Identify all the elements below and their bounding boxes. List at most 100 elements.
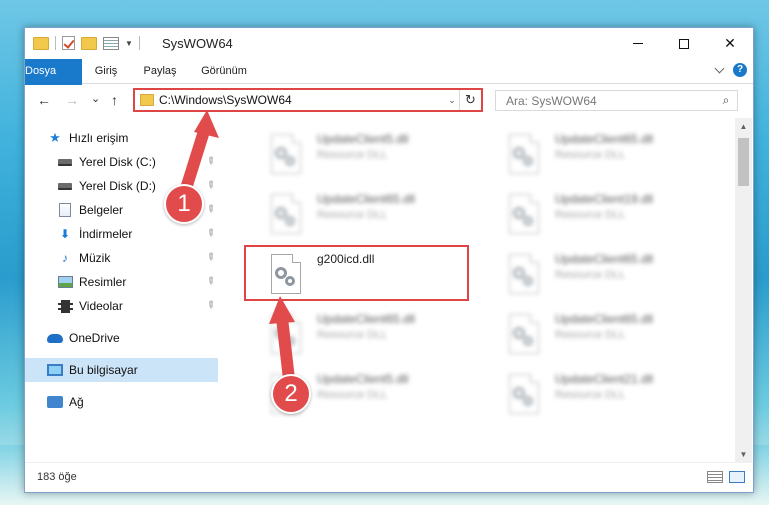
dll-file-icon <box>267 314 303 358</box>
list-item[interactable]: UpdateClient5.dll Resource DLL <box>245 126 471 182</box>
dll-file-icon <box>267 194 303 238</box>
customize-dropdown-icon[interactable]: ▼ <box>125 39 133 48</box>
sidebar-item-label: Ağ <box>69 395 84 409</box>
help-icon[interactable]: ? <box>733 63 747 77</box>
minimize-button[interactable] <box>615 28 661 59</box>
refresh-button[interactable]: ↻ <box>459 90 481 110</box>
toolbar-separator <box>138 36 140 50</box>
computer-icon <box>47 363 63 377</box>
pin-icon[interactable]: ✎ <box>203 275 217 289</box>
list-item[interactable]: UpdateClient65.dll Resource DLL <box>245 306 471 362</box>
callout-badge-2: 2 <box>271 374 311 414</box>
scroll-up-icon[interactable]: ▲ <box>735 118 752 135</box>
pin-icon[interactable]: ✎ <box>203 179 217 193</box>
window-controls: ✕ <box>615 28 753 59</box>
sidebar-item-pictures[interactable]: Resimler ✎ <box>25 270 218 294</box>
customize-icon[interactable] <box>103 36 119 50</box>
dll-file-icon <box>505 194 541 238</box>
pin-icon[interactable]: ✎ <box>203 203 217 217</box>
file-name: UpdateClient65.dll <box>317 192 416 206</box>
file-type: Resource DLL <box>555 149 626 161</box>
new-folder-icon[interactable] <box>81 36 97 50</box>
address-bar[interactable]: C:\Windows\SysWOW64 ⌄ ↻ <box>133 88 483 112</box>
sidebar-item-label: Müzik <box>79 251 111 265</box>
sidebar-item-quick-access[interactable]: ★ Hızlı erişim <box>25 126 218 150</box>
sidebar-item-videos[interactable]: Videolar ✎ <box>25 294 218 318</box>
toolbar-separator <box>55 36 56 50</box>
sidebar-item-network[interactable]: Ağ <box>25 390 218 414</box>
address-path[interactable]: C:\Windows\SysWOW64 <box>159 93 445 107</box>
sidebar-item-label: İndirmeler <box>79 227 133 241</box>
sidebar-item-onedrive[interactable]: OneDrive <box>25 326 218 350</box>
dll-file-icon <box>505 314 541 358</box>
close-button[interactable]: ✕ <box>707 28 753 59</box>
list-item[interactable]: UpdateClient21.dll Resource DLL <box>483 366 709 422</box>
tab-home[interactable]: Giriş <box>87 59 125 84</box>
pin-icon[interactable]: ✎ <box>203 299 217 313</box>
back-button[interactable]: ← <box>37 92 51 108</box>
status-bar: 183 öğe <box>25 462 753 492</box>
folder-icon[interactable] <box>33 36 49 50</box>
sidebar-item-label: Videolar <box>79 299 123 313</box>
music-icon: ♪ <box>62 251 68 265</box>
address-dropdown-icon[interactable]: ⌄ <box>445 95 459 106</box>
sidebar-item-this-pc[interactable]: Bu bilgisayar <box>25 358 218 382</box>
cloud-icon <box>47 331 63 345</box>
recent-locations-button[interactable]: ⌄ <box>91 92 100 105</box>
vertical-scrollbar[interactable]: ▲ ▼ <box>735 118 752 463</box>
document-icon <box>57 203 73 217</box>
star-icon: ★ <box>49 130 61 145</box>
file-name: UpdateClient5.dll <box>317 372 409 386</box>
search-input[interactable]: Ara: SysWOW64 <box>506 94 715 108</box>
list-item[interactable]: UpdateClient65.dll Resource DLL <box>245 186 471 242</box>
scrollbar-thumb[interactable] <box>738 138 749 186</box>
explorer-window: ▼ SysWOW64 ✕ Dosya Giriş Paylaş Görünüm … <box>24 27 754 493</box>
dll-file-icon <box>505 254 541 298</box>
disk-icon <box>57 179 73 193</box>
file-name: UpdateClient65.dll <box>555 132 654 146</box>
expand-ribbon-chevron-icon[interactable] <box>714 63 725 73</box>
forward-button[interactable]: → <box>65 92 79 108</box>
maximize-button[interactable] <box>661 28 707 59</box>
dll-file-icon <box>505 374 541 418</box>
tab-share[interactable]: Paylaş <box>137 59 183 84</box>
navigation-bar: ← → ⌄ ↑ C:\Windows\SysWOW64 ⌄ ↻ Ara: Sys… <box>25 85 753 116</box>
sidebar-item-downloads[interactable]: ⬇ İndirmeler ✎ <box>25 222 218 246</box>
details-view-icon[interactable] <box>707 471 723 483</box>
network-icon <box>47 395 63 409</box>
file-type: Resource DLL <box>317 209 388 221</box>
callout-badge-1: 1 <box>164 184 204 224</box>
file-name: UpdateClient65.dll <box>317 312 416 326</box>
pin-icon[interactable]: ✎ <box>203 251 217 265</box>
search-icon[interactable]: ⌕ <box>715 93 737 108</box>
properties-check-icon[interactable] <box>62 36 75 50</box>
list-item[interactable]: UpdateClient65.dll Resource DLL <box>483 126 709 182</box>
sidebar-item-local-disk-c[interactable]: Yerel Disk (C:) ✎ <box>25 150 218 174</box>
up-button[interactable]: ↑ <box>111 92 118 108</box>
dll-file-icon <box>267 134 303 178</box>
sidebar-item-label: Resimler <box>79 275 127 289</box>
tab-view[interactable]: Görünüm <box>195 59 253 84</box>
scroll-down-icon[interactable]: ▼ <box>735 446 752 463</box>
pin-icon[interactable]: ✎ <box>203 155 217 169</box>
file-type: Resource DLL <box>317 329 388 341</box>
file-name: UpdateClient19.dll <box>555 192 654 206</box>
window-title: SysWOW64 <box>162 36 233 51</box>
download-icon: ⬇ <box>59 227 71 241</box>
file-name: UpdateClient65.dll <box>555 252 654 266</box>
sidebar-item-label: Belgeler <box>79 203 124 217</box>
file-type: Resource DLL <box>555 389 626 401</box>
sidebar-item-music[interactable]: ♪ Müzik ✎ <box>25 246 218 270</box>
list-item[interactable]: UpdateClient19.dll Resource DLL <box>483 186 709 242</box>
search-box[interactable]: Ara: SysWOW64 ⌕ <box>495 90 738 111</box>
large-icons-view-icon[interactable] <box>729 471 745 483</box>
list-item[interactable]: UpdateClient65.dll Resource DLL <box>483 306 709 362</box>
list-item[interactable]: UpdateClient65.dll Resource DLL <box>483 246 709 302</box>
pin-icon[interactable]: ✎ <box>203 227 217 241</box>
file-type: Resource DLL <box>555 269 626 281</box>
sidebar-item-label: Bu bilgisayar <box>69 363 138 377</box>
video-icon <box>57 299 73 313</box>
file-type: Resource DLL <box>317 389 388 401</box>
sidebar-item-label: Hızlı erişim <box>69 131 129 145</box>
pictures-icon <box>57 275 73 289</box>
